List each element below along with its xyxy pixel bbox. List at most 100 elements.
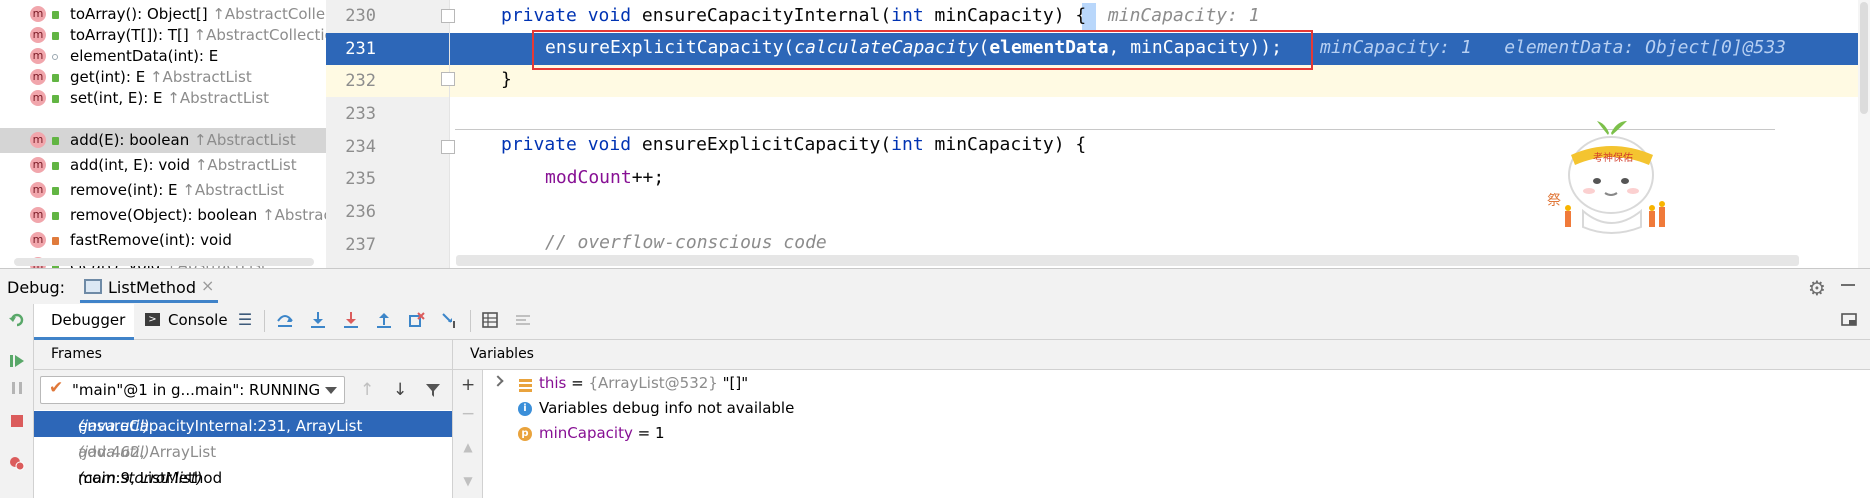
evaluate-expression-icon[interactable] (481, 311, 499, 329)
structure-item-name: elementData(int): E (70, 47, 219, 65)
inline-debug-values: minCapacity: 1 elementData: Object[0]@53… (1320, 37, 1786, 58)
structure-item-inherited: ↑AbstractList (149, 68, 252, 86)
tab-listmethod[interactable]: ListMethod (108, 278, 196, 297)
structure-item[interactable]: m set(int, E): E ↑AbstractList (0, 86, 326, 111)
gutter-separator (449, 0, 450, 268)
code-line-237: // overflow-conscious code (545, 232, 827, 253)
move-up-icon[interactable]: ▲ (461, 440, 475, 454)
chevron-down-icon[interactable] (325, 387, 337, 394)
checkmark-icon: ✔ (49, 378, 64, 398)
resume-icon[interactable] (9, 353, 25, 369)
line-number[interactable]: 232 (326, 71, 376, 91)
structure-item-inherited: ↑AbstractList (194, 156, 297, 174)
editor-scroll-thumb[interactable] (1860, 2, 1868, 114)
method-icon: m (30, 182, 46, 198)
trace-stream-icon[interactable] (514, 311, 532, 329)
frame-row[interactable]: main:9, ListMethod (com.storror.list) (34, 463, 452, 489)
public-visibility-icon (52, 212, 59, 220)
line-number[interactable]: 236 (326, 202, 376, 222)
code-line-235: modCount++; (545, 167, 665, 188)
next-frame-icon[interactable]: ↓ (393, 380, 407, 400)
public-visibility-icon (52, 187, 59, 195)
line-number[interactable]: 233 (326, 104, 376, 124)
structure-item[interactable]: m remove(int): E ↑AbstractList (0, 178, 326, 203)
pause-icon[interactable] (9, 380, 25, 396)
variable-row-this[interactable]: this = {ArrayList@532} "[]" (539, 374, 1870, 399)
method-icon: m (30, 69, 46, 85)
structure-item-selected[interactable]: m add(E): boolean ↑AbstractList (0, 128, 326, 153)
drop-frame-icon[interactable] (408, 311, 426, 329)
structure-item-name: toArray(T[]): T[] (70, 26, 189, 44)
mascot-sticker-image: 考神保佑 祭 (1547, 121, 1665, 234)
fold-toggle-icon[interactable] (441, 140, 455, 154)
fold-toggle-icon[interactable] (441, 9, 455, 23)
structure-horizontal-scrollbar[interactable] (14, 258, 314, 266)
tab-console[interactable]: Console (168, 311, 228, 329)
view-breakpoints-icon[interactable] (9, 455, 25, 471)
layout-menu-icon[interactable]: ☰ (236, 311, 254, 329)
line-number[interactable]: 235 (326, 169, 376, 189)
structure-item-name: add(E): boolean (70, 131, 190, 149)
step-out-icon[interactable] (375, 311, 393, 329)
rerun-icon[interactable] (9, 312, 25, 328)
structure-item-inherited: ↑Abstrac (262, 206, 326, 224)
line-number-current[interactable]: 231 (326, 39, 376, 59)
tab-underline (80, 300, 218, 303)
method-icon: m (30, 207, 46, 223)
restore-layout-icon[interactable] (1841, 311, 1859, 329)
toolbar-separator (470, 310, 471, 332)
remove-watch-icon[interactable]: − (461, 404, 475, 424)
editor-horizontal-scrollbar[interactable] (456, 255, 1799, 266)
thread-dropdown-value: "main"@1 in g...main": RUNNING (72, 381, 321, 399)
force-step-into-icon[interactable] (342, 311, 360, 329)
stop-icon[interactable] (9, 413, 25, 429)
structure-item-name: fastRemove(int): void (70, 231, 232, 249)
tab-debugger-label: Debugger (51, 311, 126, 329)
step-into-icon[interactable] (309, 311, 327, 329)
toolbar-separator (264, 310, 265, 332)
line-number[interactable]: 237 (326, 235, 376, 255)
chevron-right-icon[interactable] (492, 375, 504, 387)
run-config-icon (84, 279, 102, 294)
variables-title: Variables (470, 346, 534, 362)
method-icon: m (30, 6, 46, 22)
inline-debug-value: minCapacity: 1 (1107, 5, 1260, 26)
line-number[interactable]: 230 (326, 6, 376, 26)
structure-item[interactable]: m fastRemove(int): void (0, 228, 326, 253)
filter-icon[interactable] (425, 382, 441, 398)
frame-row[interactable]: add:462, ArrayList (java.util) (34, 437, 452, 463)
close-icon[interactable]: × (201, 276, 214, 295)
step-over-icon[interactable] (276, 311, 294, 329)
private-lock-icon (52, 237, 59, 245)
frame-row-selected[interactable]: ensureCapacityInternal:231, ArrayList (j… (34, 411, 452, 437)
structure-item-name: remove(int): E (70, 181, 178, 199)
public-visibility-icon (52, 137, 59, 145)
minimize-icon[interactable] (1841, 284, 1855, 286)
structure-item-inherited: ↑AbstractList (182, 181, 285, 199)
gear-icon[interactable]: ⚙ (1808, 276, 1826, 300)
add-watch-icon[interactable]: + (461, 375, 475, 395)
frames-title: Frames (51, 346, 102, 362)
structure-item-name: set(int, E): E (70, 89, 163, 107)
structure-item-inherited: ↑AbstractList (194, 131, 296, 149)
variables-info-message: Variables debug info not available (539, 399, 795, 417)
fold-toggle-icon[interactable] (441, 72, 455, 86)
structure-item-name: remove(Object): boolean (70, 206, 258, 224)
debug-toolwindow-header (0, 268, 1870, 304)
public-visibility-icon (52, 95, 59, 103)
method-icon: m (30, 132, 46, 148)
variable-row-mincapacity[interactable]: minCapacity = 1 (539, 424, 1870, 449)
move-down-icon[interactable]: ▼ (461, 474, 475, 488)
method-icon: m (30, 232, 46, 248)
method-icon: m (30, 27, 46, 43)
line-number[interactable]: 234 (326, 137, 376, 157)
structure-item[interactable]: m add(int, E): void ↑AbstractList (0, 153, 326, 178)
code-line-232: } (501, 69, 512, 90)
structure-panel: m toArray(): Object[] ↑AbstractCollec m … (0, 0, 326, 268)
info-icon: i (518, 402, 532, 416)
run-to-cursor-icon[interactable] (441, 311, 459, 329)
field-list-icon (519, 379, 532, 392)
structure-item[interactable]: m remove(Object): boolean ↑Abstrac (0, 203, 326, 228)
public-visibility-icon (52, 74, 59, 82)
previous-frame-icon[interactable]: ↑ (360, 380, 374, 400)
